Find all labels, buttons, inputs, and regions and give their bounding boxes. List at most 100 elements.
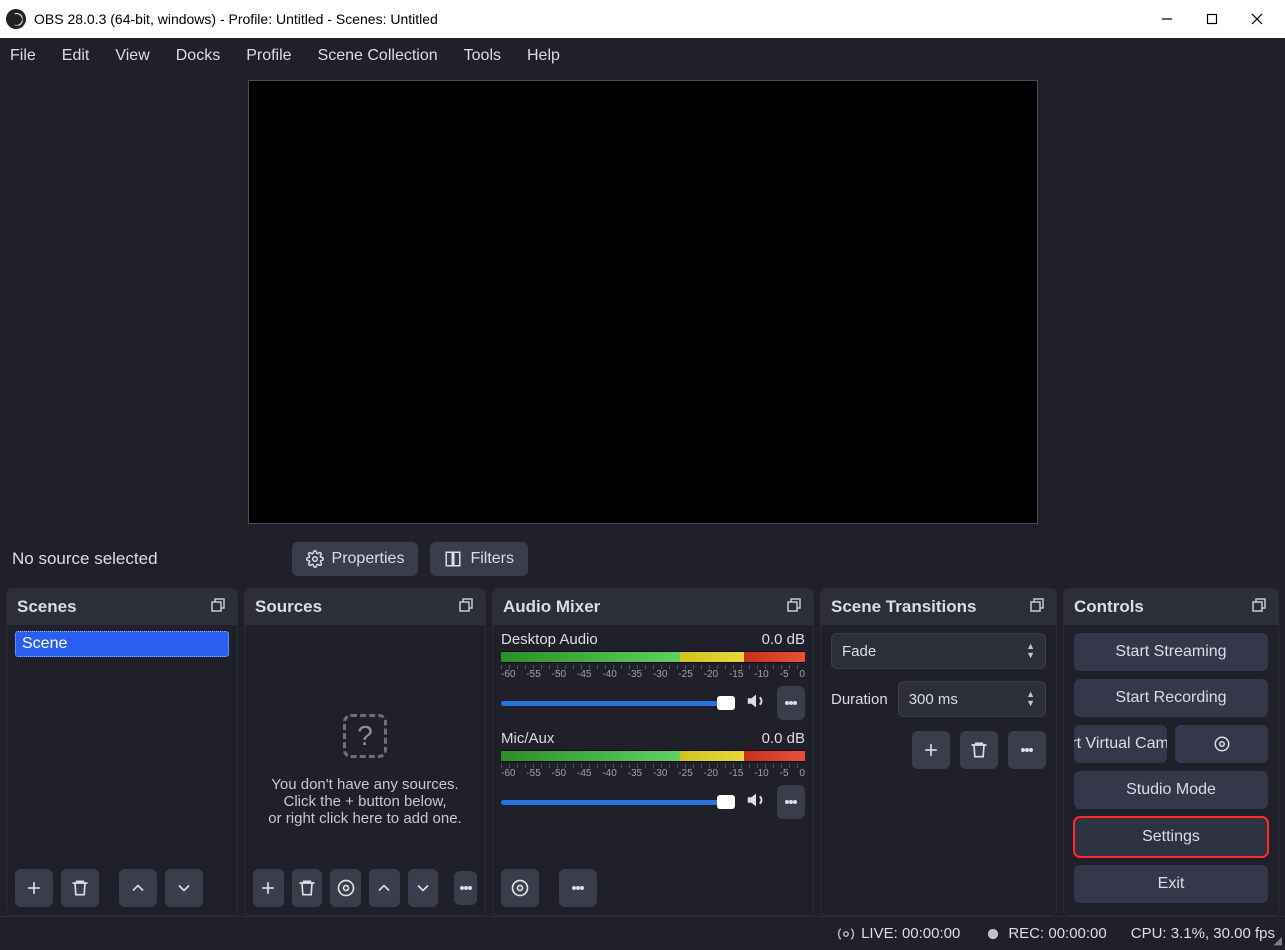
source-down-button[interactable]	[408, 869, 439, 907]
menu-view[interactable]: View	[111, 45, 153, 67]
transitions-title: Scene Transitions	[831, 597, 977, 617]
duration-spinner[interactable]: 300 ms ▲▼	[898, 681, 1046, 717]
properties-button[interactable]: Properties	[292, 542, 419, 576]
close-button[interactable]	[1234, 0, 1279, 38]
mixer-advanced-button[interactable]	[501, 869, 539, 907]
maximize-button[interactable]	[1189, 0, 1234, 38]
mixer-channel: Mic/Aux 0.0 dB -60-55-50-45-40-35-30-25-2…	[501, 730, 805, 819]
menu-edit[interactable]: Edit	[58, 45, 94, 67]
delete-source-button[interactable]	[292, 869, 323, 907]
sources-empty-state[interactable]: ? You don't have any sources. Click the …	[253, 631, 477, 909]
start-recording-button[interactable]: Start Recording	[1074, 679, 1268, 717]
controls-title: Controls	[1074, 597, 1144, 617]
transition-select[interactable]: Fade ▲▼	[831, 633, 1046, 669]
preview-wrap	[0, 74, 1285, 536]
exit-button[interactable]: Exit	[1074, 865, 1268, 903]
duration-label: Duration	[831, 691, 888, 708]
sources-empty-line2: Click the + button below,	[283, 793, 446, 810]
db-scale: -60-55-50-45-40-35-30-25-20-15-10-50	[501, 768, 805, 779]
popout-icon[interactable]	[1250, 596, 1268, 619]
transition-more-button[interactable]	[1008, 731, 1046, 769]
popout-icon[interactable]	[457, 596, 475, 619]
source-more-button[interactable]	[454, 871, 477, 905]
transitions-dock: Scene Transitions Fade ▲▼ Duration 300 m…	[820, 588, 1057, 916]
mixer-more-button[interactable]	[559, 869, 597, 907]
controls-dock: Controls Start Streaming Start Recording…	[1063, 588, 1279, 916]
studio-mode-button[interactable]: Studio Mode	[1074, 771, 1268, 809]
delete-transition-button[interactable]	[960, 731, 998, 769]
channel-more-button[interactable]	[777, 686, 805, 720]
gear-icon	[1213, 735, 1231, 753]
resize-grip[interactable]: ◢	[1274, 934, 1282, 947]
speaker-icon[interactable]	[745, 690, 767, 717]
mixer-channel: Desktop Audio 0.0 dB -60-55-50-45-40-35-3…	[501, 631, 805, 720]
scene-item[interactable]: Scene	[15, 631, 229, 657]
settings-button[interactable]: Settings	[1074, 817, 1268, 857]
db-scale: -60-55-50-45-40-35-30-25-20-15-10-50	[501, 669, 805, 680]
add-scene-button[interactable]	[15, 869, 53, 907]
vu-meter	[501, 651, 805, 663]
rec-status: REC: 00:00:00	[984, 925, 1106, 943]
popout-icon[interactable]	[785, 596, 803, 619]
window-title: OBS 28.0.3 (64-bit, windows) - Profile: …	[34, 11, 438, 27]
broadcast-icon	[837, 925, 855, 943]
menu-scene-collection[interactable]: Scene Collection	[314, 45, 442, 67]
vu-meter	[501, 750, 805, 762]
scenes-dock: Scenes Scene	[6, 588, 238, 916]
no-source-label: No source selected	[12, 549, 158, 569]
filters-label: Filters	[470, 550, 514, 568]
source-up-button[interactable]	[369, 869, 400, 907]
record-icon	[984, 925, 1002, 943]
channel-name: Mic/Aux	[501, 730, 554, 747]
cpu-status: CPU: 3.1%, 30.00 fps	[1131, 925, 1275, 942]
properties-label: Properties	[332, 550, 405, 568]
volume-slider[interactable]	[501, 701, 735, 706]
start-virtual-camera-button[interactable]: tart Virtual Camer	[1074, 725, 1167, 763]
sources-empty-line3: or right click here to add one.	[268, 810, 461, 827]
filters-icon	[444, 550, 462, 568]
filters-button[interactable]: Filters	[430, 542, 528, 576]
popout-icon[interactable]	[1028, 596, 1046, 619]
menu-profile[interactable]: Profile	[242, 45, 295, 67]
menubar: File Edit View Docks Profile Scene Colle…	[0, 38, 1285, 74]
menu-docks[interactable]: Docks	[172, 45, 224, 67]
transition-selected: Fade	[842, 643, 876, 660]
gear-icon	[306, 550, 324, 568]
menu-file[interactable]: File	[6, 45, 40, 67]
chevron-updown-icon: ▲▼	[1026, 690, 1035, 708]
scene-down-button[interactable]	[165, 869, 203, 907]
sources-dock: Sources ? You don't have any sources. Cl…	[244, 588, 486, 916]
minimize-button[interactable]	[1144, 0, 1189, 38]
app-icon	[6, 9, 26, 29]
start-streaming-button[interactable]: Start Streaming	[1074, 633, 1268, 671]
preview-area[interactable]	[248, 80, 1038, 524]
delete-scene-button[interactable]	[61, 869, 99, 907]
docks-row: Scenes Scene Sources ? You don't have an…	[0, 588, 1285, 916]
chevron-updown-icon: ▲▼	[1026, 642, 1035, 660]
channel-name: Desktop Audio	[501, 631, 598, 648]
titlebar: OBS 28.0.3 (64-bit, windows) - Profile: …	[0, 0, 1285, 38]
channel-db: 0.0 dB	[762, 730, 805, 747]
source-properties-button[interactable]	[330, 869, 361, 907]
channel-more-button[interactable]	[777, 785, 805, 819]
add-transition-button[interactable]	[912, 731, 950, 769]
scene-up-button[interactable]	[119, 869, 157, 907]
live-status: LIVE: 00:00:00	[837, 925, 960, 943]
question-icon: ?	[343, 714, 387, 758]
add-source-button[interactable]	[253, 869, 284, 907]
virtual-camera-settings-button[interactable]	[1175, 725, 1268, 763]
menu-help[interactable]: Help	[523, 45, 564, 67]
source-toolbar: No source selected Properties Filters	[0, 536, 1285, 588]
scenes-title: Scenes	[17, 597, 77, 617]
statusbar: LIVE: 00:00:00 REC: 00:00:00 CPU: 3.1%, …	[0, 916, 1285, 950]
speaker-icon[interactable]	[745, 789, 767, 816]
popout-icon[interactable]	[209, 596, 227, 619]
sources-title: Sources	[255, 597, 322, 617]
duration-value: 300 ms	[909, 691, 958, 708]
volume-slider[interactable]	[501, 800, 735, 805]
channel-db: 0.0 dB	[762, 631, 805, 648]
sources-empty-line1: You don't have any sources.	[271, 776, 458, 793]
mixer-title: Audio Mixer	[503, 597, 600, 617]
menu-tools[interactable]: Tools	[460, 45, 505, 67]
audio-mixer-dock: Audio Mixer Desktop Audio 0.0 dB -60-55-5…	[492, 588, 814, 916]
